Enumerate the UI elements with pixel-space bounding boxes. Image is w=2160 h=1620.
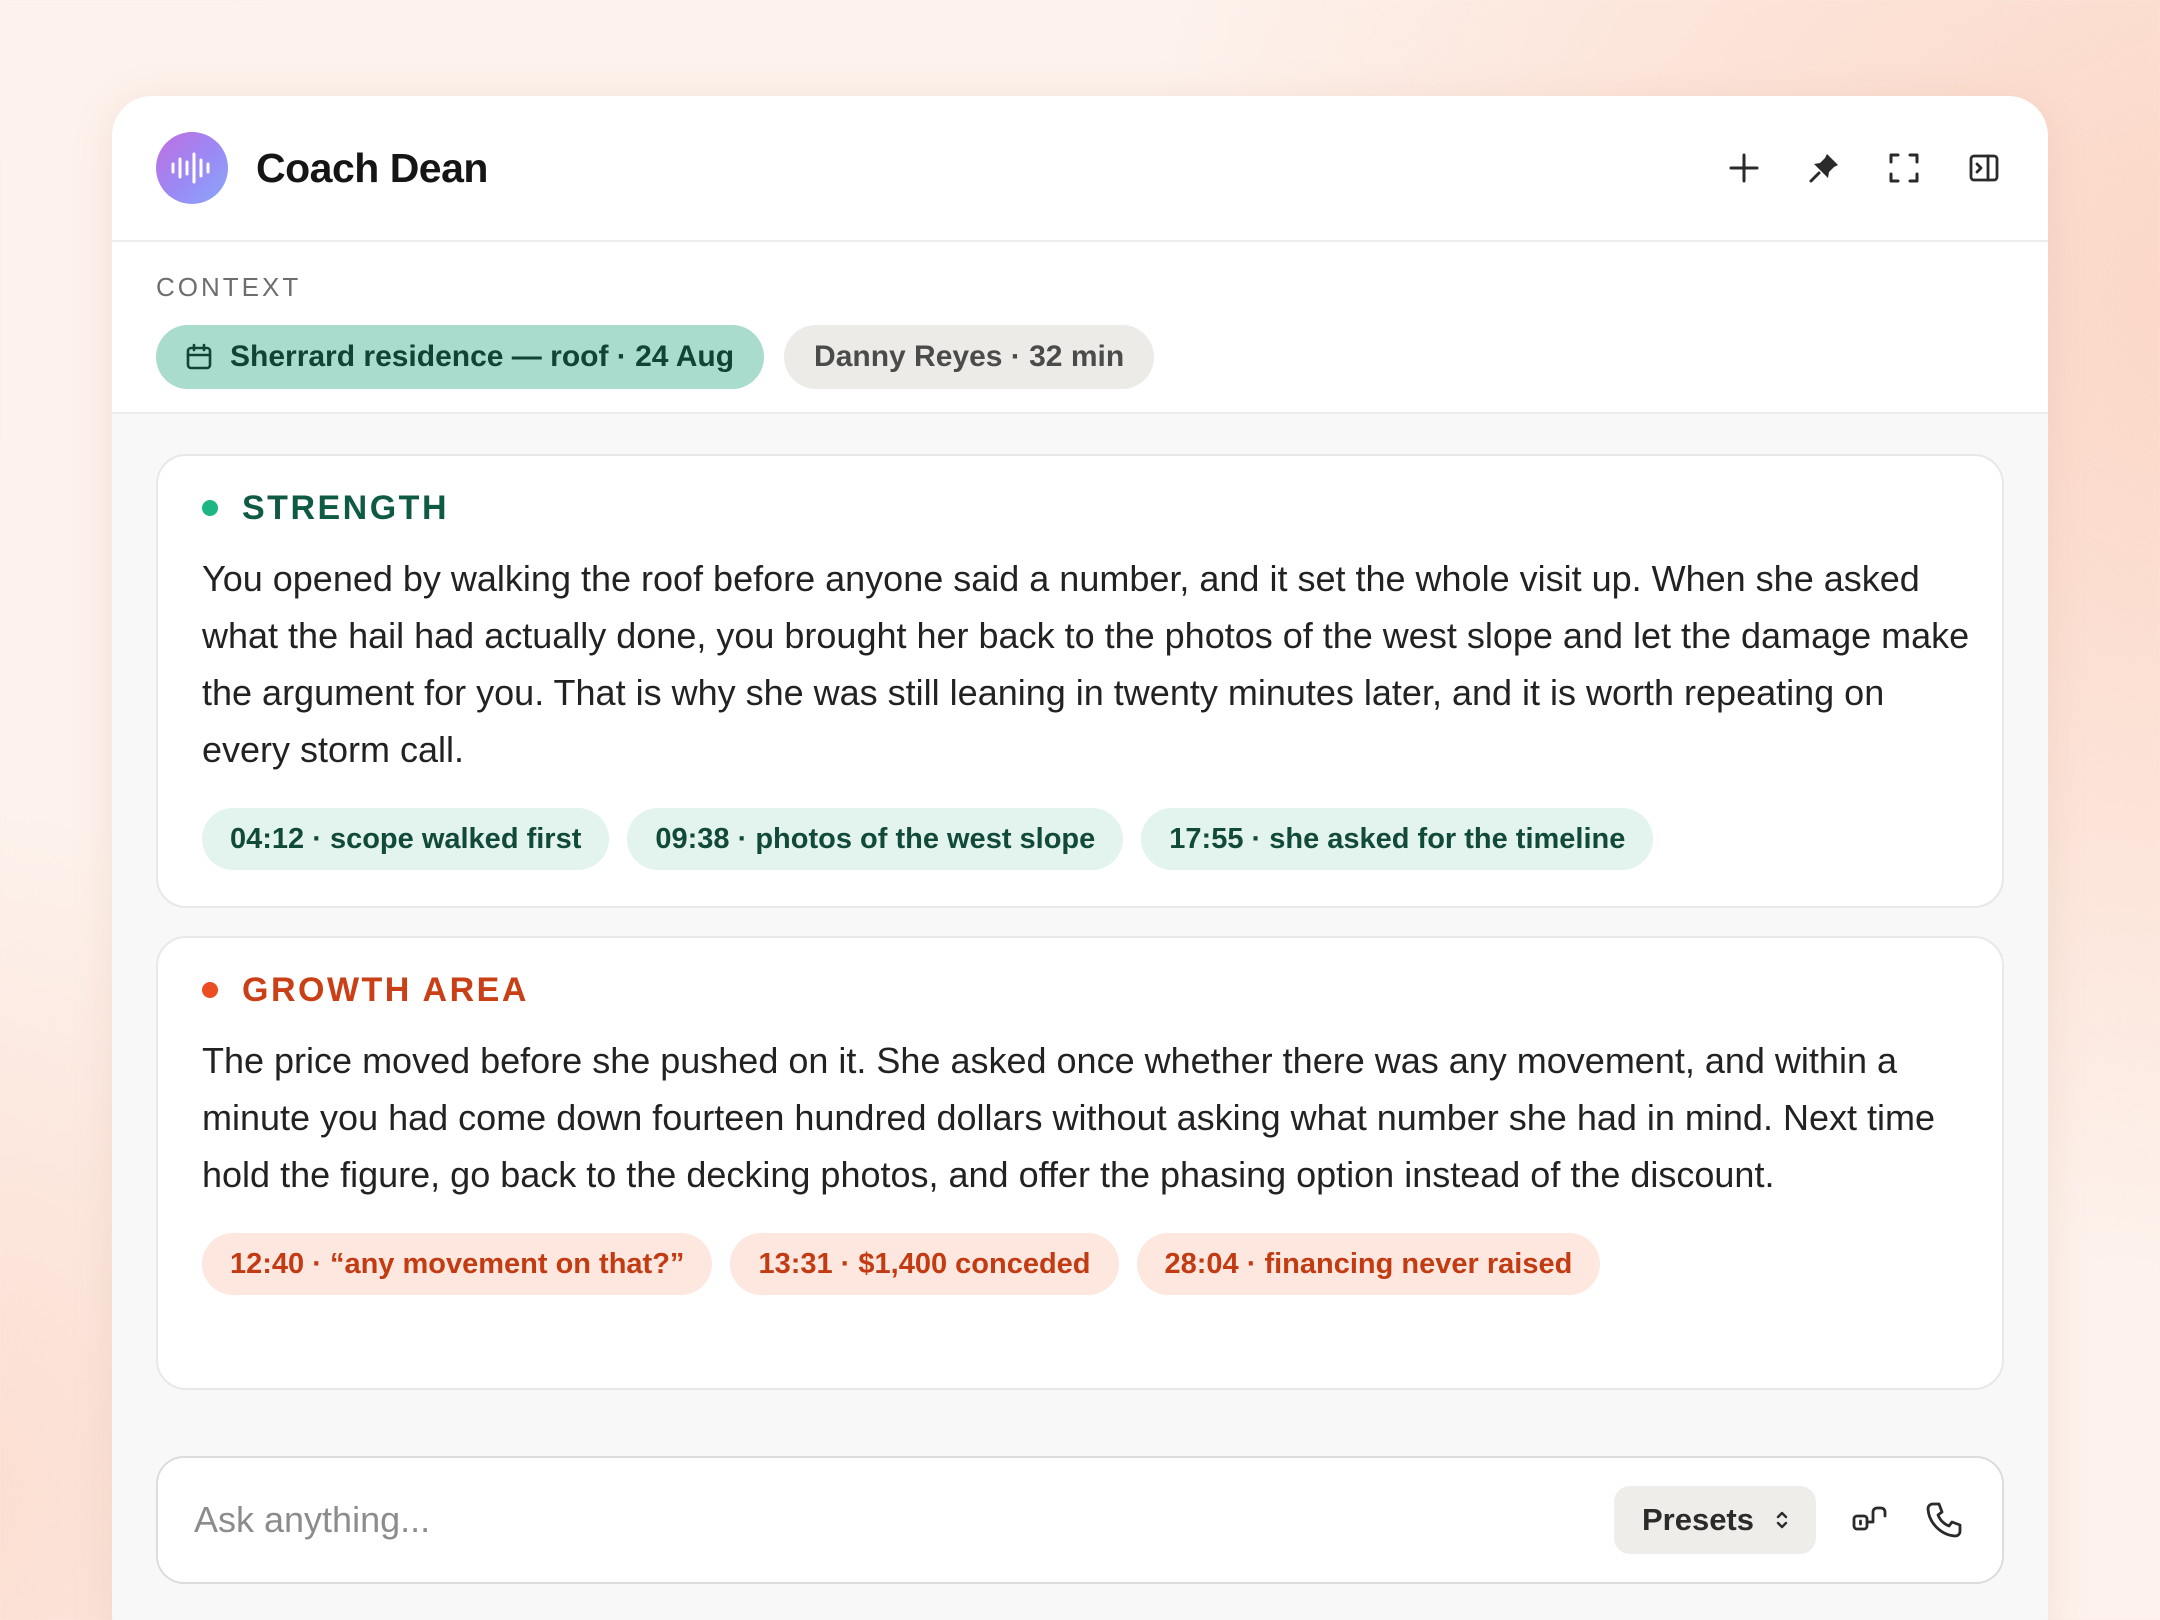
- plus-icon[interactable]: [1726, 150, 1762, 186]
- header-actions: [1726, 150, 2002, 186]
- growth-card: GROWTH AREA The price moved before she p…: [156, 936, 2004, 1390]
- timestamp-tag[interactable]: 13:31 · $1,400 conceded: [730, 1233, 1119, 1295]
- context-label: CONTEXT: [156, 272, 302, 302]
- link-icon[interactable]: [1850, 1500, 1890, 1540]
- strength-tags: 04:12 · scope walked first 09:38 · photo…: [202, 808, 1958, 870]
- coach-panel: Coach Dean CONTEXT Sherrard residence — …: [112, 96, 2048, 1620]
- strength-body: You opened by walking the roof before an…: [202, 558, 1970, 770]
- growth-tags: 12:40 · “any movement on that?” 13:31 · …: [202, 1233, 1958, 1295]
- strength-header: STRENGTH: [202, 486, 1958, 530]
- strength-card: STRENGTH You opened by walking the roof …: [156, 454, 2004, 908]
- timestamp-tag[interactable]: 17:55 · she asked for the timeline: [1141, 808, 1654, 870]
- growth-body: The price moved before she pushed on it.…: [202, 1040, 1935, 1195]
- pin-icon[interactable]: [1806, 150, 1842, 186]
- growth-dot: [202, 982, 218, 998]
- growth-header: GROWTH AREA: [202, 968, 1958, 1012]
- waveform-icon: [156, 132, 228, 204]
- phone-icon[interactable]: [1924, 1500, 1964, 1540]
- expand-icon[interactable]: [1886, 150, 1922, 186]
- timestamp-tag[interactable]: 04:12 · scope walked first: [202, 808, 610, 870]
- strength-title: STRENGTH: [242, 488, 449, 527]
- context-section: CONTEXT Sherrard residence — roof · 24 A…: [112, 242, 2048, 414]
- timestamp-tag[interactable]: 28:04 · financing never raised: [1136, 1233, 1601, 1295]
- panel-header: Coach Dean: [112, 96, 2048, 242]
- strength-dot: [202, 500, 218, 516]
- chevron-updown-icon: [1774, 1508, 1790, 1532]
- page-title: Coach Dean: [256, 144, 488, 191]
- composer: Presets: [156, 1456, 2004, 1584]
- context-chip-rep-label: Danny Reyes · 32 min: [814, 340, 1125, 373]
- growth-title: GROWTH AREA: [242, 970, 529, 1009]
- context-chip-job-label: Sherrard residence — roof · 24 Aug: [230, 340, 735, 373]
- context-chips: Sherrard residence — roof · 24 Aug Danny…: [156, 325, 2004, 389]
- sidebar-toggle-icon[interactable]: [1966, 150, 2002, 186]
- presets-button[interactable]: Presets: [1613, 1486, 1816, 1554]
- presets-label: Presets: [1641, 1502, 1754, 1537]
- context-chip-rep[interactable]: Danny Reyes · 32 min: [784, 325, 1155, 389]
- ask-input[interactable]: [194, 1499, 1614, 1541]
- timestamp-tag[interactable]: 12:40 · “any movement on that?”: [202, 1233, 713, 1295]
- calendar-icon: [186, 343, 212, 371]
- context-chip-job[interactable]: Sherrard residence — roof · 24 Aug: [156, 325, 765, 389]
- timestamp-tag[interactable]: 09:38 · photos of the west slope: [627, 808, 1124, 870]
